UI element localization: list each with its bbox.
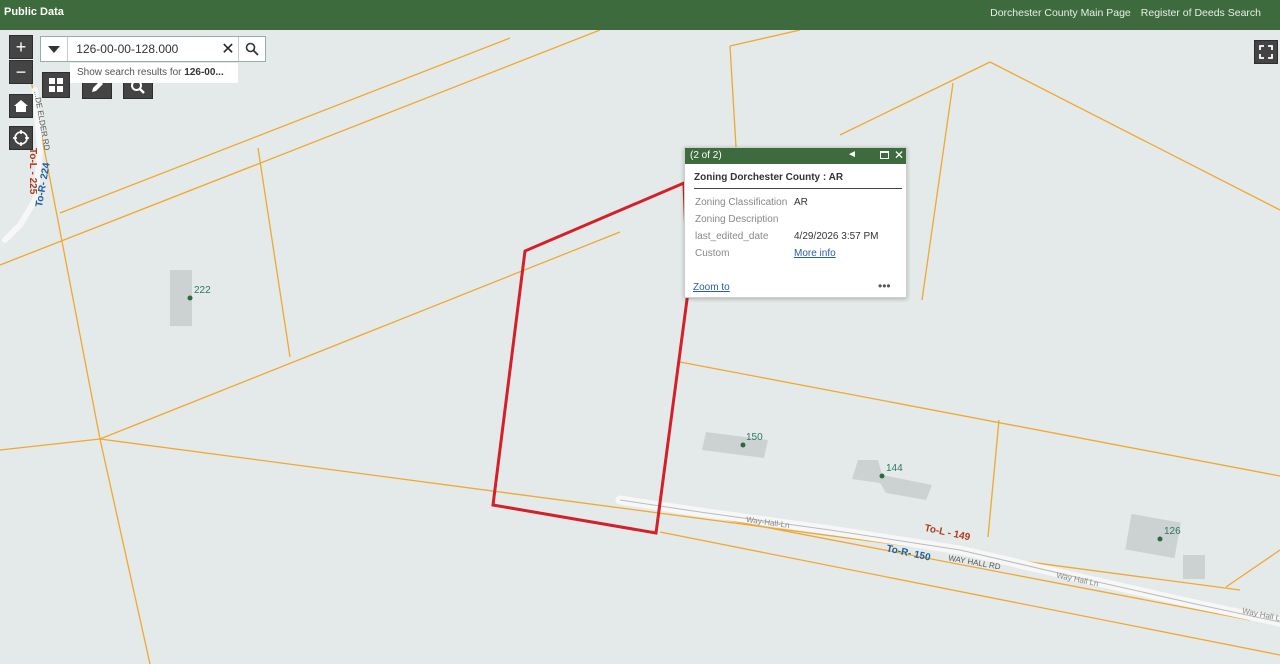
house-number-label: 126: [1164, 526, 1181, 537]
roads: [2, 87, 1280, 627]
home-icon: [14, 100, 28, 112]
house-number-label: 222: [194, 285, 211, 296]
app-title: Public Data: [4, 6, 64, 18]
parcel-boundaries: [0, 30, 1280, 664]
clear-search-button[interactable]: ✕: [218, 39, 237, 59]
fullscreen-button[interactable]: [1254, 40, 1278, 64]
popup-divider: [694, 188, 902, 189]
attribute-value: 4/29/2026 3:57 PM: [794, 231, 879, 242]
house-number-label: 150: [746, 432, 763, 443]
locate-icon: [13, 130, 29, 146]
search-input[interactable]: [68, 38, 219, 60]
previous-feature-button[interactable]: ◄: [847, 149, 857, 160]
attribute-key: Zoning Classification: [695, 197, 788, 208]
search-icon: [245, 42, 259, 56]
zoom-out-button[interactable]: −: [9, 60, 33, 84]
feature-popup: (2 of 2) ◄ ✕ Zoning Dorchester County : …: [684, 147, 907, 298]
search-suggestion[interactable]: Show search results for 126-00...: [70, 63, 238, 83]
basemap-gallery-button[interactable]: [42, 72, 70, 98]
attribute-value: AR: [794, 197, 808, 208]
more-info-link[interactable]: More info: [794, 248, 836, 259]
maximize-icon[interactable]: [880, 151, 889, 159]
suggestion-term: 126-00...: [184, 67, 224, 78]
search-button[interactable]: [237, 37, 265, 61]
building-footprints: [170, 270, 1205, 579]
close-popup-button[interactable]: ✕: [894, 148, 904, 162]
county-main-page-link[interactable]: Dorchester County Main Page: [990, 7, 1131, 19]
map-canvas: [0, 30, 1280, 664]
popup-title: Zoning Dorchester County : AR: [694, 172, 844, 183]
search-widget: ✕: [40, 36, 266, 62]
selected-parcel-outline[interactable]: [491, 180, 690, 535]
house-number-label: 144: [886, 463, 903, 474]
attribute-key: Custom: [695, 248, 730, 259]
zoom-in-button[interactable]: +: [9, 35, 33, 59]
home-button[interactable]: [9, 94, 33, 118]
popup-header: (2 of 2) ◄ ✕: [685, 148, 906, 164]
search-source-dropdown[interactable]: [41, 37, 69, 61]
map-view[interactable]: 222 150 144 126 To-L - 149 To-R- 150 To-…: [0, 30, 1280, 664]
suggestion-prefix: Show search results for: [77, 67, 185, 78]
attribute-key: last_edited_date: [695, 231, 769, 242]
fullscreen-icon: [1259, 45, 1273, 59]
zoom-to-link[interactable]: Zoom to: [693, 282, 730, 293]
grid-icon: [49, 78, 63, 92]
app-header: Public Data Dorchester County Main Page …: [0, 0, 1280, 30]
header-links: Dorchester County Main Page Register of …: [990, 7, 1261, 19]
chevron-down-icon: [48, 45, 61, 53]
register-of-deeds-link[interactable]: Register of Deeds Search: [1141, 7, 1261, 19]
more-actions-button[interactable]: •••: [878, 279, 891, 293]
popup-counter: (2 of 2): [690, 150, 722, 161]
attribute-key: Zoning Description: [695, 214, 779, 225]
locate-button[interactable]: [9, 126, 33, 150]
